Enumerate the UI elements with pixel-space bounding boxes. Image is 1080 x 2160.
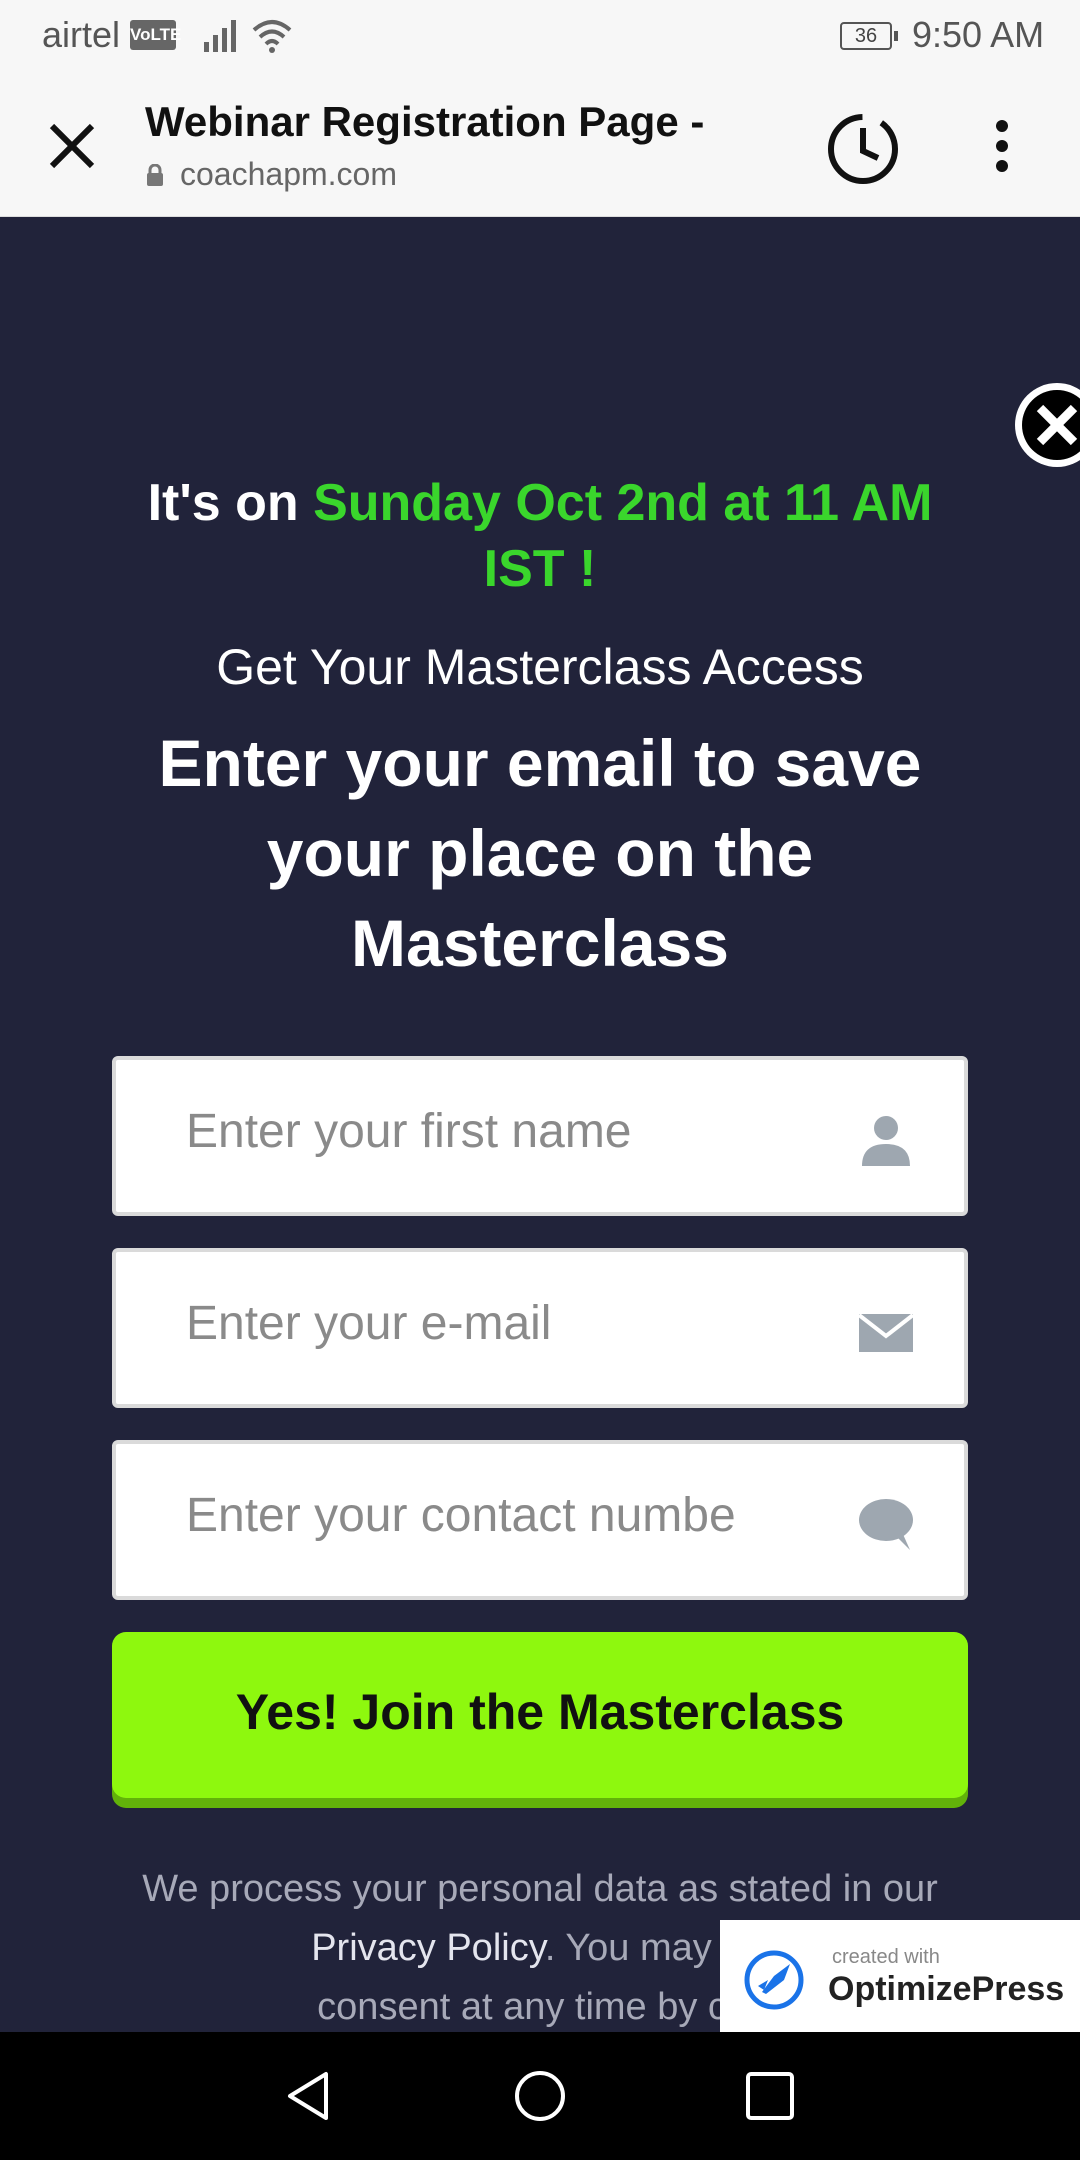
badge-brand-name: OptimizePress	[828, 1970, 1065, 2008]
badge-created-with: created with	[832, 1946, 940, 1968]
envelope-icon	[857, 1313, 915, 1352]
popup-close-icon[interactable]	[1012, 380, 1080, 470]
battery-icon: 36	[840, 22, 898, 50]
clock: 9:50 AM	[912, 14, 1045, 55]
privacy-text-1: We process your personal data as stated …	[142, 1868, 938, 1910]
recent-apps-icon[interactable]	[744, 2070, 796, 2122]
browser-toolbar: Webinar Registration Page - coachapm.com	[0, 72, 1080, 217]
volte-icon: VoLTE	[130, 20, 181, 50]
user-icon	[862, 1116, 910, 1166]
contact-number-placeholder: Enter your contact numbe	[186, 1489, 736, 1542]
optimizepress-badge[interactable]: created with OptimizePress	[720, 1920, 1080, 2032]
privacy-text-3: consent at any time by clic	[317, 1986, 763, 2028]
carrier-label: airtel	[42, 14, 121, 55]
back-icon[interactable]	[282, 2068, 338, 2124]
lock-icon	[147, 164, 163, 186]
close-tab-icon[interactable]	[44, 118, 100, 174]
privacy-policy-link[interactable]: Privacy Policy	[311, 1927, 545, 1969]
status-bar: airtel VoLTE 36 9:50 AM	[0, 0, 1080, 72]
navigation-bar	[0, 2032, 1080, 2160]
page-title: Webinar Registration Page -	[145, 98, 705, 145]
rocket-logo-icon	[744, 1950, 804, 2010]
main-heading: Enter your email to save your place on t…	[158, 726, 922, 980]
home-icon[interactable]	[512, 2068, 568, 2124]
event-date-heading: It's on Sunday Oct 2nd at 11 AM IST !	[100, 470, 980, 602]
join-masterclass-button[interactable]: Yes! Join the Masterclass	[112, 1632, 968, 1798]
first-name-field[interactable]: Enter your first name	[112, 1056, 968, 1216]
subtitle: Get Your Masterclass Access	[216, 639, 864, 695]
first-name-placeholder: Enter your first name	[186, 1105, 632, 1158]
email-field[interactable]: Enter your e-mail	[112, 1248, 968, 1408]
email-placeholder: Enter your e-mail	[186, 1297, 552, 1350]
url-label[interactable]: coachapm.com	[180, 156, 397, 193]
event-date-prefix: It's on	[147, 474, 314, 532]
history-icon[interactable]	[822, 108, 904, 190]
wifi-icon	[252, 20, 292, 53]
event-date-highlight: Sunday Oct 2nd at 11 AM IST !	[313, 474, 933, 598]
contact-number-field[interactable]: Enter your contact numbe	[112, 1440, 968, 1600]
more-options-icon[interactable]	[990, 118, 1014, 174]
chat-bubble-icon	[859, 1499, 913, 1550]
signal-icon	[204, 20, 236, 52]
